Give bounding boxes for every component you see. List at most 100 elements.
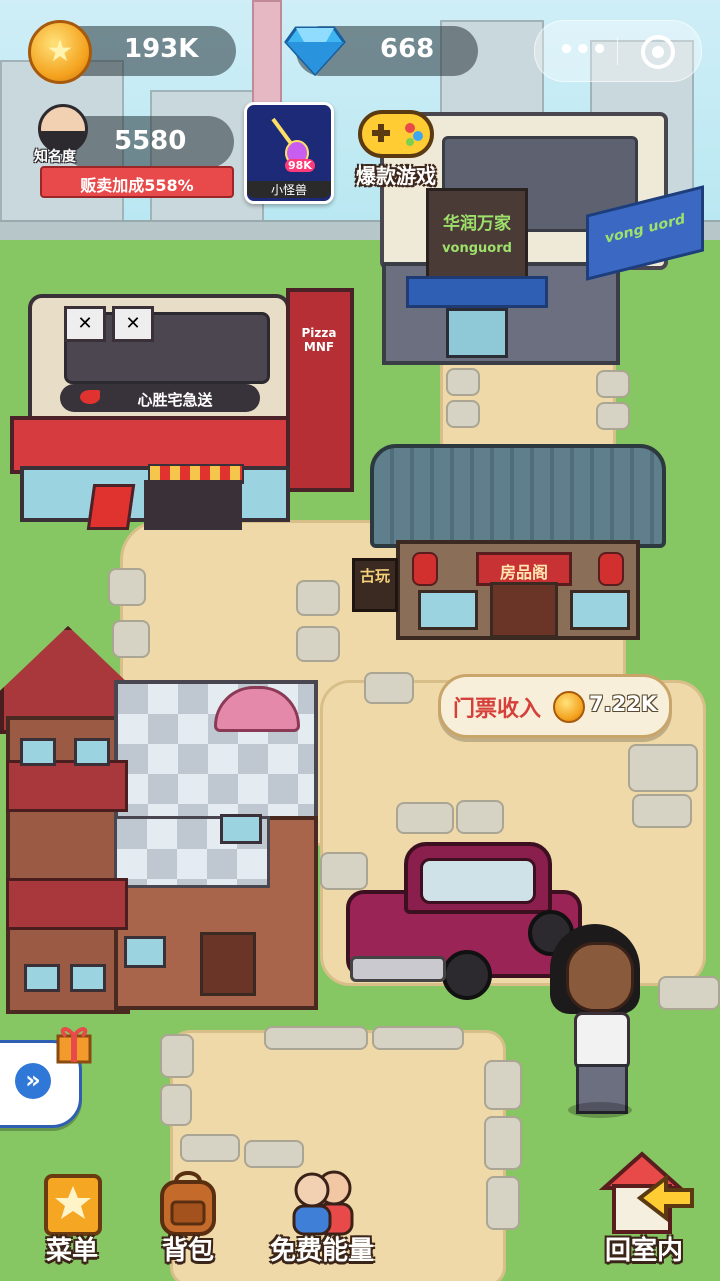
mini-game-label: 小怪兽 bbox=[247, 181, 331, 198]
bag-label: 背包 bbox=[161, 1236, 214, 1266]
car-window bbox=[420, 858, 536, 904]
supermarket-sign: 华润万家 vonguord bbox=[426, 188, 528, 282]
pizza-menu-board bbox=[86, 484, 136, 530]
house-window bbox=[70, 964, 106, 992]
gamepad-icon bbox=[356, 108, 436, 160]
stone bbox=[596, 370, 630, 398]
coin-icon: ★ bbox=[28, 20, 92, 84]
ticket-income-bubble[interactable]: 门票收入 7.22K bbox=[438, 674, 672, 738]
antique-window bbox=[570, 590, 630, 630]
backpack-icon bbox=[152, 1166, 224, 1238]
stone bbox=[396, 802, 454, 834]
hot-games-button[interactable]: 爆款游戏 bbox=[344, 108, 448, 192]
go-indoor-label: 回室内 bbox=[604, 1236, 683, 1266]
ticket-income-label: 门票收入 bbox=[453, 697, 542, 722]
house-window bbox=[24, 964, 60, 992]
pizza-sign: 心胜宅急送 bbox=[60, 384, 260, 412]
menu-button[interactable]: 菜单 bbox=[24, 1164, 120, 1270]
capsule-divider bbox=[617, 37, 618, 65]
house-window bbox=[20, 738, 56, 766]
house-arrow-icon bbox=[596, 1148, 696, 1238]
free-energy-label: 免费能量 bbox=[269, 1236, 374, 1266]
antique-roof bbox=[370, 444, 666, 548]
antique-side-text: 古玩 bbox=[359, 567, 390, 585]
stone bbox=[446, 368, 480, 396]
supermarket-sign-text: 华润万家 bbox=[443, 214, 511, 234]
stone bbox=[108, 568, 146, 606]
stone bbox=[658, 976, 720, 1010]
chili-icon bbox=[80, 390, 100, 404]
coin-value: 193K bbox=[124, 34, 199, 64]
supermarket-sign-sub: vonguord bbox=[442, 241, 512, 256]
fame-value: 5580 bbox=[114, 126, 187, 156]
house-balcony-roof bbox=[6, 760, 128, 812]
stone bbox=[628, 744, 698, 792]
fan-icon: ✕ bbox=[64, 306, 106, 342]
player-character[interactable] bbox=[540, 924, 650, 1120]
antique-shop[interactable]: 房品阁 古玩 bbox=[346, 440, 666, 640]
character-shirt bbox=[574, 1012, 630, 1070]
pizza-brand: Pizza MNF bbox=[301, 326, 337, 354]
bag-button[interactable]: 背包 bbox=[140, 1164, 236, 1270]
character-face bbox=[566, 942, 634, 1012]
house-window bbox=[74, 738, 110, 766]
stone bbox=[264, 1026, 368, 1050]
antique-door bbox=[490, 582, 558, 638]
pizza-tower: Pizza MNF bbox=[286, 288, 354, 492]
mini-game-button[interactable]: 98K 小怪兽 bbox=[244, 102, 334, 204]
house-window bbox=[124, 936, 166, 968]
mini-game-badge: 98K bbox=[285, 159, 315, 172]
more-dots-icon[interactable]: ••• bbox=[555, 35, 611, 67]
car-bumper bbox=[350, 956, 446, 982]
brick-house[interactable] bbox=[0, 626, 318, 1014]
stone bbox=[160, 1084, 192, 1126]
target-circle-dot bbox=[652, 46, 664, 58]
coin-icon bbox=[553, 691, 585, 723]
antique-window bbox=[418, 590, 478, 630]
antique-sign-text: 房品阁 bbox=[499, 563, 548, 582]
stone bbox=[596, 402, 630, 430]
stone bbox=[160, 1034, 194, 1078]
stone bbox=[484, 1116, 522, 1170]
ticket-income-value: 7.22K bbox=[589, 692, 658, 716]
lantern-icon bbox=[598, 552, 624, 586]
pizza-sign-text: 心胜宅急送 bbox=[137, 391, 213, 409]
supermarket-awning-text: vong uord bbox=[604, 211, 686, 247]
stone bbox=[296, 580, 340, 616]
lantern-icon bbox=[412, 552, 438, 586]
sales-bonus-banner: 贩卖加成558% bbox=[40, 166, 234, 198]
stone bbox=[632, 794, 692, 828]
supermarket-blue-band bbox=[406, 276, 548, 308]
character-shadow bbox=[568, 1102, 632, 1118]
sales-bonus-text: 贩卖加成558% bbox=[80, 176, 194, 195]
gift-box-icon[interactable] bbox=[54, 1022, 94, 1064]
pizza-shop[interactable]: ✕ ✕ 心胜宅急送 Pizza MNF bbox=[4, 288, 354, 534]
house-balcony-roof bbox=[6, 878, 128, 930]
hot-games-label: 爆款游戏 bbox=[356, 164, 436, 188]
diamond-icon bbox=[284, 24, 346, 77]
double-chevron-right-icon: » bbox=[15, 1063, 51, 1099]
stone bbox=[484, 1060, 522, 1110]
stone bbox=[486, 1176, 520, 1230]
supermarket-door bbox=[446, 308, 508, 358]
house-window bbox=[220, 814, 262, 844]
stone bbox=[180, 1134, 240, 1162]
fame-label: 知名度 bbox=[34, 149, 76, 165]
couple-avatar-icon bbox=[280, 1166, 364, 1236]
stone bbox=[372, 1026, 464, 1050]
book-star-icon bbox=[38, 1168, 108, 1238]
pizza-door bbox=[144, 480, 242, 530]
tower bbox=[252, 0, 282, 114]
free-energy-button[interactable]: 免费能量 bbox=[256, 1164, 388, 1270]
stone bbox=[364, 672, 414, 704]
house-door bbox=[200, 932, 256, 996]
fan-icon: ✕ bbox=[112, 306, 154, 342]
mini-program-capsule: ••• bbox=[534, 20, 702, 82]
car-wheel bbox=[442, 950, 492, 1000]
menu-label: 菜单 bbox=[45, 1236, 98, 1266]
stone bbox=[446, 400, 480, 428]
antique-sign: 房品阁 bbox=[476, 552, 572, 586]
antique-side-sign: 古玩 bbox=[352, 558, 398, 612]
go-indoor-button[interactable]: 回室内 bbox=[584, 1148, 704, 1270]
stone bbox=[456, 800, 504, 834]
